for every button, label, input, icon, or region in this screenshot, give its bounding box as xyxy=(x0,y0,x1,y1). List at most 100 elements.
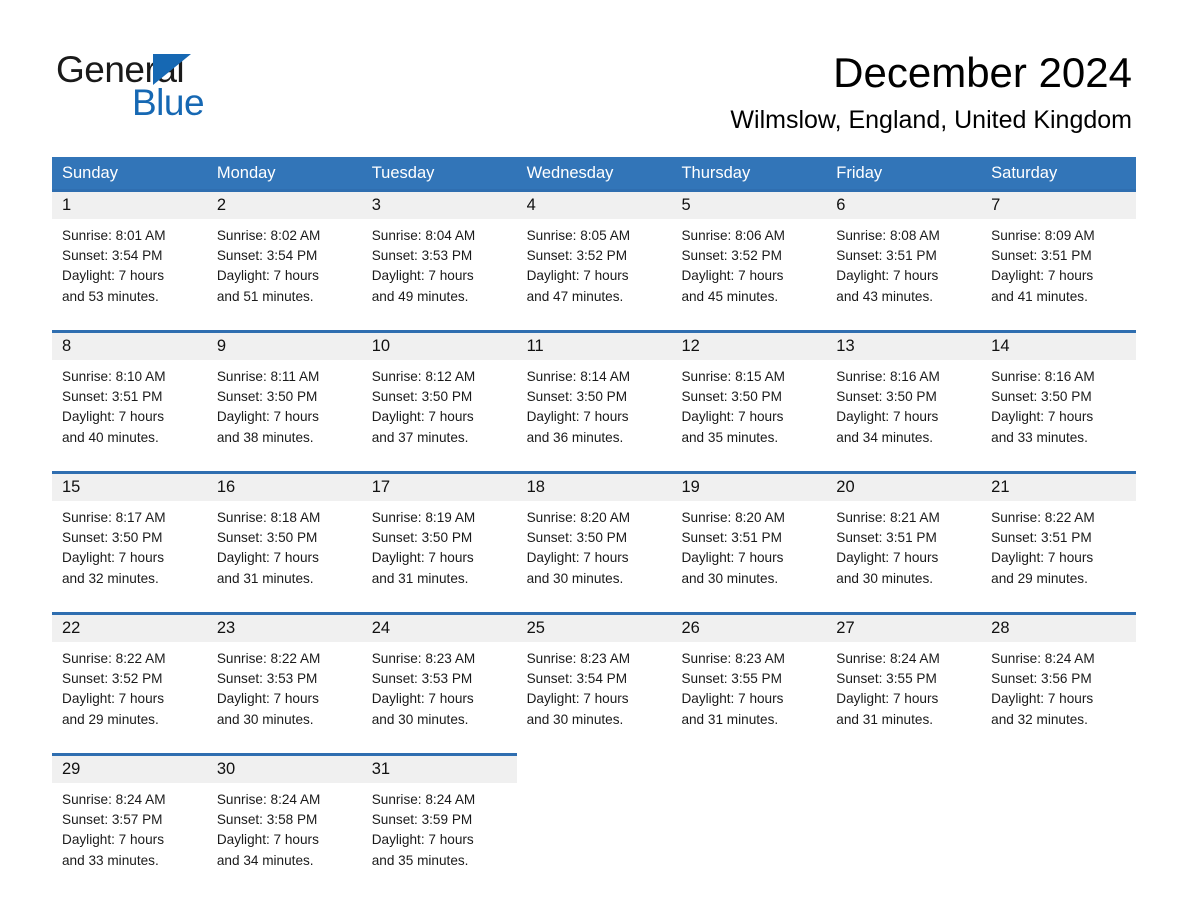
calendar-day-cell[interactable]: 15 Sunrise: 8:17 AM Sunset: 3:50 PM Dayligh… xyxy=(52,474,207,597)
calendar-day-cell[interactable]: 30 Sunrise: 8:24 AM Sunset: 3:58 PM Dayligh… xyxy=(206,756,362,879)
calendar-page: General Blue December 2024 Wilmslow, Eng… xyxy=(0,0,1188,918)
sunset-text: Sunset: 3:53 PM xyxy=(371,248,473,264)
calendar-day-cell[interactable]: 17 Sunrise: 8:19 AM Sunset: 3:50 PM Dayligh… xyxy=(361,474,517,597)
sunset-text: Sunset: 3:54 PM xyxy=(216,248,318,264)
sunrise-text: Sunrise: 8:10 AM xyxy=(62,369,166,384)
daylight-text-line1: Daylight: 7 hours xyxy=(62,409,165,425)
daylight-text-line1: Daylight: 7 hours xyxy=(371,268,474,284)
day-details: Sunrise: 8:15 AM Sunset: 3:50 PM Daylight:… xyxy=(671,360,826,456)
calendar-day-cell-empty xyxy=(671,756,826,879)
day-details: Sunrise: 8:20 AM Sunset: 3:51 PM Daylight:… xyxy=(671,501,826,597)
calendar-day-cell[interactable]: 26 Sunrise: 8:23 AM Sunset: 3:55 PM Dayligh… xyxy=(671,615,827,738)
calendar-day-cell[interactable]: 1 Sunrise: 8:01 AM Sunset: 3:54 PM Daylight… xyxy=(52,192,207,315)
calendar-day-cell[interactable]: 19 Sunrise: 8:20 AM Sunset: 3:51 PM Dayligh… xyxy=(671,474,827,597)
day-details: Sunrise: 8:24 AM Sunset: 3:58 PM Daylight:… xyxy=(207,783,362,879)
calendar-day-cell[interactable]: 16 Sunrise: 8:18 AM Sunset: 3:50 PM Dayligh… xyxy=(206,474,362,597)
general-blue-logo[interactable]: General Blue xyxy=(56,50,296,126)
daylight-text-line2: and 30 minutes. xyxy=(216,711,314,727)
sunrise-text: Sunrise: 8:21 AM xyxy=(836,510,940,525)
calendar-day-cell[interactable]: 21 Sunrise: 8:22 AM Sunset: 3:51 PM Dayligh… xyxy=(981,474,1137,597)
calendar-day-cell[interactable]: 5 Sunrise: 8:06 AM Sunset: 3:52 PM Daylight… xyxy=(671,192,827,315)
calendar-day-cell[interactable]: 3 Sunrise: 8:04 AM Sunset: 3:53 PM Daylight… xyxy=(361,192,517,315)
day-number: 1 xyxy=(62,196,72,214)
calendar-day-cell[interactable]: 28 Sunrise: 8:24 AM Sunset: 3:56 PM Dayligh… xyxy=(981,615,1137,738)
sunset-text: Sunset: 3:52 PM xyxy=(681,248,782,264)
calendar-day-cell[interactable]: 31 Sunrise: 8:24 AM Sunset: 3:59 PM Dayligh… xyxy=(361,756,517,879)
daylight-text-line1: Daylight: 7 hours xyxy=(526,409,629,425)
sunrise-text: Sunrise: 8:20 AM xyxy=(681,510,785,525)
calendar-day-cell[interactable]: 9 Sunrise: 8:11 AM Sunset: 3:50 PM Daylight… xyxy=(206,333,362,456)
daylight-text-line1: Daylight: 7 hours xyxy=(836,691,939,707)
calendar-day-cell[interactable]: 10 Sunrise: 8:12 AM Sunset: 3:50 PM Dayligh… xyxy=(361,333,517,456)
sunset-text: Sunset: 3:57 PM xyxy=(62,812,163,828)
calendar-day-cell[interactable]: 25 Sunrise: 8:23 AM Sunset: 3:54 PM Dayligh… xyxy=(516,615,672,738)
day-number-band: 15 xyxy=(52,474,207,501)
day-number: 25 xyxy=(526,619,545,637)
calendar-day-cell[interactable]: 27 Sunrise: 8:24 AM Sunset: 3:55 PM Dayligh… xyxy=(826,615,982,738)
daylight-text-line2: and 33 minutes. xyxy=(62,852,159,868)
page-header: General Blue December 2024 Wilmslow, Eng… xyxy=(0,0,1188,134)
calendar-day-cell[interactable]: 6 Sunrise: 8:08 AM Sunset: 3:51 PM Daylight… xyxy=(826,192,982,315)
sunset-text: Sunset: 3:51 PM xyxy=(991,248,1092,264)
sunrise-text: Sunrise: 8:06 AM xyxy=(681,228,785,243)
calendar-day-cell[interactable]: 13 Sunrise: 8:16 AM Sunset: 3:50 PM Dayligh… xyxy=(826,333,982,456)
day-number-band: 2 xyxy=(206,192,362,219)
daylight-text-line1: Daylight: 7 hours xyxy=(526,268,629,284)
day-number-band: 28 xyxy=(981,615,1137,642)
calendar-day-cell[interactable]: 2 Sunrise: 8:02 AM Sunset: 3:54 PM Daylight… xyxy=(206,192,362,315)
sunrise-text: Sunrise: 8:22 AM xyxy=(216,651,321,666)
day-number-band: 10 xyxy=(361,333,517,360)
calendar-day-cell[interactable]: 20 Sunrise: 8:21 AM Sunset: 3:51 PM Dayligh… xyxy=(826,474,982,597)
day-details: Sunrise: 8:23 AM Sunset: 3:54 PM Daylight:… xyxy=(517,642,672,738)
sunset-text: Sunset: 3:50 PM xyxy=(681,389,782,405)
sunset-text: Sunset: 3:59 PM xyxy=(371,812,473,828)
page-subtitle: Wilmslow, England, United Kingdom xyxy=(730,106,1132,134)
calendar-day-cell[interactable]: 8 Sunrise: 8:10 AM Sunset: 3:51 PM Daylight… xyxy=(52,333,207,456)
weekday-header-saturday: Saturday xyxy=(991,164,1058,182)
sunset-text: Sunset: 3:50 PM xyxy=(526,389,628,405)
sunrise-text: Sunrise: 8:17 AM xyxy=(62,510,166,525)
daylight-text-line1: Daylight: 7 hours xyxy=(371,691,474,707)
calendar-day-cell[interactable]: 11 Sunrise: 8:14 AM Sunset: 3:50 PM Dayligh… xyxy=(516,333,672,456)
day-details: Sunrise: 8:06 AM Sunset: 3:52 PM Daylight:… xyxy=(671,219,826,315)
day-number: 31 xyxy=(371,760,391,778)
day-number-band: 3 xyxy=(361,192,517,219)
daylight-text-line2: and 47 minutes. xyxy=(526,288,624,304)
calendar-day-cell[interactable]: 7 Sunrise: 8:09 AM Sunset: 3:51 PM Daylight… xyxy=(981,192,1137,315)
day-number-band: 27 xyxy=(826,615,982,642)
calendar-day-cell[interactable]: 18 Sunrise: 8:20 AM Sunset: 3:50 PM Dayligh… xyxy=(516,474,672,597)
daylight-text-line2: and 53 minutes. xyxy=(62,288,159,304)
daylight-text-line2: and 30 minutes. xyxy=(681,570,779,586)
daylight-text-line2: and 32 minutes. xyxy=(991,711,1088,727)
day-number-band: 19 xyxy=(671,474,827,501)
calendar-day-cell[interactable]: 4 Sunrise: 8:05 AM Sunset: 3:52 PM Daylight… xyxy=(516,192,672,315)
day-details: Sunrise: 8:04 AM Sunset: 3:53 PM Daylight:… xyxy=(362,219,517,315)
daylight-text-line1: Daylight: 7 hours xyxy=(526,550,629,566)
calendar-day-cell[interactable]: 12 Sunrise: 8:15 AM Sunset: 3:50 PM Dayligh… xyxy=(671,333,827,456)
daylight-text-line1: Daylight: 7 hours xyxy=(836,268,939,284)
daylight-text-line2: and 31 minutes. xyxy=(371,570,469,586)
calendar-day-cell[interactable]: 29 Sunrise: 8:24 AM Sunset: 3:57 PM Dayligh… xyxy=(52,756,207,879)
day-number: 18 xyxy=(526,478,545,496)
sunrise-text: Sunrise: 8:16 AM xyxy=(991,369,1095,384)
daylight-text-line2: and 34 minutes. xyxy=(836,429,934,445)
daylight-text-line2: and 43 minutes. xyxy=(836,288,934,304)
calendar-day-cell[interactable]: 14 Sunrise: 8:16 AM Sunset: 3:50 PM Dayligh… xyxy=(981,333,1137,456)
day-number: 21 xyxy=(991,478,1010,496)
daylight-text-line1: Daylight: 7 hours xyxy=(991,409,1094,425)
day-number: 11 xyxy=(526,337,544,355)
day-details: Sunrise: 8:14 AM Sunset: 3:50 PM Daylight:… xyxy=(517,360,672,456)
calendar-day-cell[interactable]: 24 Sunrise: 8:23 AM Sunset: 3:53 PM Dayligh… xyxy=(361,615,517,738)
day-number: 2 xyxy=(216,196,227,214)
day-details: Sunrise: 8:12 AM Sunset: 3:50 PM Daylight:… xyxy=(362,360,517,456)
daylight-text-line2: and 36 minutes. xyxy=(526,429,624,445)
day-number-band: 25 xyxy=(516,615,672,642)
calendar-day-cell[interactable]: 22 Sunrise: 8:22 AM Sunset: 3:52 PM Dayligh… xyxy=(52,615,207,738)
sunset-text: Sunset: 3:50 PM xyxy=(216,530,318,546)
calendar-day-cell-empty xyxy=(981,756,1136,879)
day-number-band: 22 xyxy=(52,615,207,642)
sunrise-text: Sunrise: 8:04 AM xyxy=(371,228,476,243)
sunrise-text: Sunrise: 8:15 AM xyxy=(681,369,785,384)
calendar-day-cell[interactable]: 23 Sunrise: 8:22 AM Sunset: 3:53 PM Dayligh… xyxy=(206,615,362,738)
week-body: 15 Sunrise: 8:17 AM Sunset: 3:50 PM Dayligh… xyxy=(52,474,1137,597)
